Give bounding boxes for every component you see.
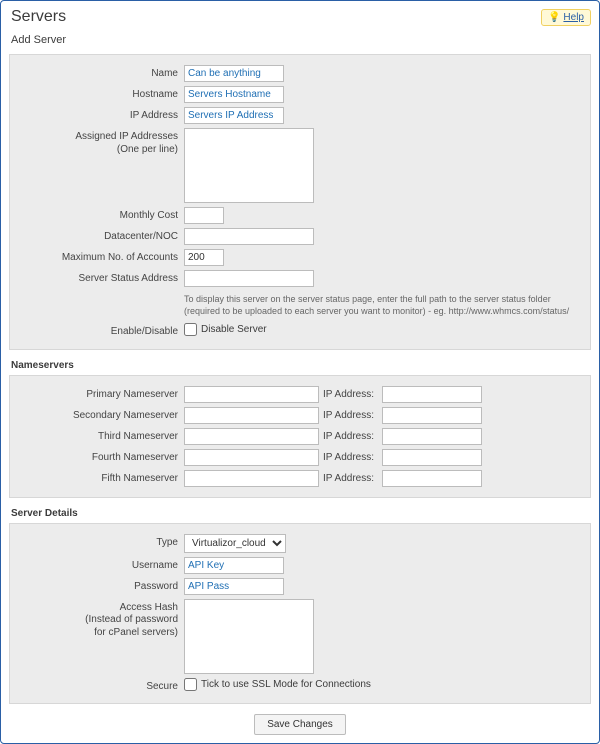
- label-ns-2: Third Nameserver: [14, 428, 184, 444]
- label-access-hash: Access Hash (Instead of password for cPa…: [14, 599, 184, 640]
- input-ns-name-1[interactable]: [184, 407, 319, 424]
- input-ns-name-4[interactable]: [184, 470, 319, 487]
- page-title: Servers: [11, 8, 66, 26]
- label-maxacc: Maximum No. of Accounts: [14, 249, 184, 265]
- label-ns-ip-2: IP Address:: [323, 431, 378, 442]
- input-status-addr[interactable]: [184, 270, 314, 287]
- label-dcnoc: Datacenter/NOC: [14, 228, 184, 244]
- input-ns-ip-2[interactable]: [382, 428, 482, 445]
- label-assigned-ips: Assigned IP Addresses (One per line): [14, 128, 184, 156]
- input-name[interactable]: [184, 65, 284, 82]
- checkbox-disable-server[interactable]: [184, 323, 197, 336]
- help-icon: 💡: [548, 12, 560, 23]
- label-ns-3: Fourth Nameserver: [14, 449, 184, 465]
- hint-status-addr: To display this server on the server sta…: [184, 291, 574, 319]
- page-subtitle: Add Server: [11, 34, 591, 46]
- label-hostname: Hostname: [14, 86, 184, 102]
- checkbox-secure-label: Tick to use SSL Mode for Connections: [201, 679, 371, 690]
- heading-nameservers: Nameservers: [11, 360, 591, 371]
- input-ns-name-2[interactable]: [184, 428, 319, 445]
- input-ip[interactable]: [184, 107, 284, 124]
- label-name: Name: [14, 65, 184, 81]
- save-button[interactable]: Save Changes: [254, 714, 346, 735]
- input-hostname[interactable]: [184, 86, 284, 103]
- input-ns-ip-4[interactable]: [382, 470, 482, 487]
- label-ns-4: Fifth Nameserver: [14, 470, 184, 486]
- panel-server-details: Type Virtualizor_cloud Username Password…: [9, 523, 591, 705]
- label-username: Username: [14, 557, 184, 573]
- label-ns-ip-0: IP Address:: [323, 389, 378, 400]
- input-maxacc[interactable]: [184, 249, 224, 266]
- input-ns-ip-0[interactable]: [382, 386, 482, 403]
- label-ip: IP Address: [14, 107, 184, 123]
- label-password: Password: [14, 578, 184, 594]
- heading-server-details: Server Details: [11, 508, 591, 519]
- label-ns-ip-1: IP Address:: [323, 410, 378, 421]
- label-type: Type: [14, 534, 184, 550]
- input-username[interactable]: [184, 557, 284, 574]
- input-access-hash[interactable]: [184, 599, 314, 674]
- input-dcnoc[interactable]: [184, 228, 314, 245]
- input-ns-ip-3[interactable]: [382, 449, 482, 466]
- label-ns-ip-4: IP Address:: [323, 473, 378, 484]
- input-ns-ip-1[interactable]: [382, 407, 482, 424]
- help-button[interactable]: 💡 Help: [541, 9, 591, 26]
- help-label: Help: [563, 12, 584, 23]
- input-password[interactable]: [184, 578, 284, 595]
- panel-nameservers: Primary Nameserver IP Address: Secondary…: [9, 375, 591, 498]
- window: Servers 💡 Help Add Server Name Hostname …: [0, 0, 600, 744]
- label-ns-1: Secondary Nameserver: [14, 407, 184, 423]
- label-enable: Enable/Disable: [14, 323, 184, 339]
- input-ns-name-0[interactable]: [184, 386, 319, 403]
- titlebar: Servers 💡 Help: [9, 6, 591, 32]
- checkbox-disable-server-label: Disable Server: [201, 324, 267, 335]
- label-ns-0: Primary Nameserver: [14, 386, 184, 402]
- input-ns-name-3[interactable]: [184, 449, 319, 466]
- label-monthly: Monthly Cost: [14, 207, 184, 223]
- label-status-addr: Server Status Address: [14, 270, 184, 286]
- input-monthly[interactable]: [184, 207, 224, 224]
- select-type[interactable]: Virtualizor_cloud: [184, 534, 286, 553]
- checkbox-secure[interactable]: [184, 678, 197, 691]
- input-assigned-ips[interactable]: [184, 128, 314, 203]
- label-secure: Secure: [14, 678, 184, 694]
- label-ns-ip-3: IP Address:: [323, 452, 378, 463]
- panel-main: Name Hostname IP Address Assigned IP Add…: [9, 54, 591, 350]
